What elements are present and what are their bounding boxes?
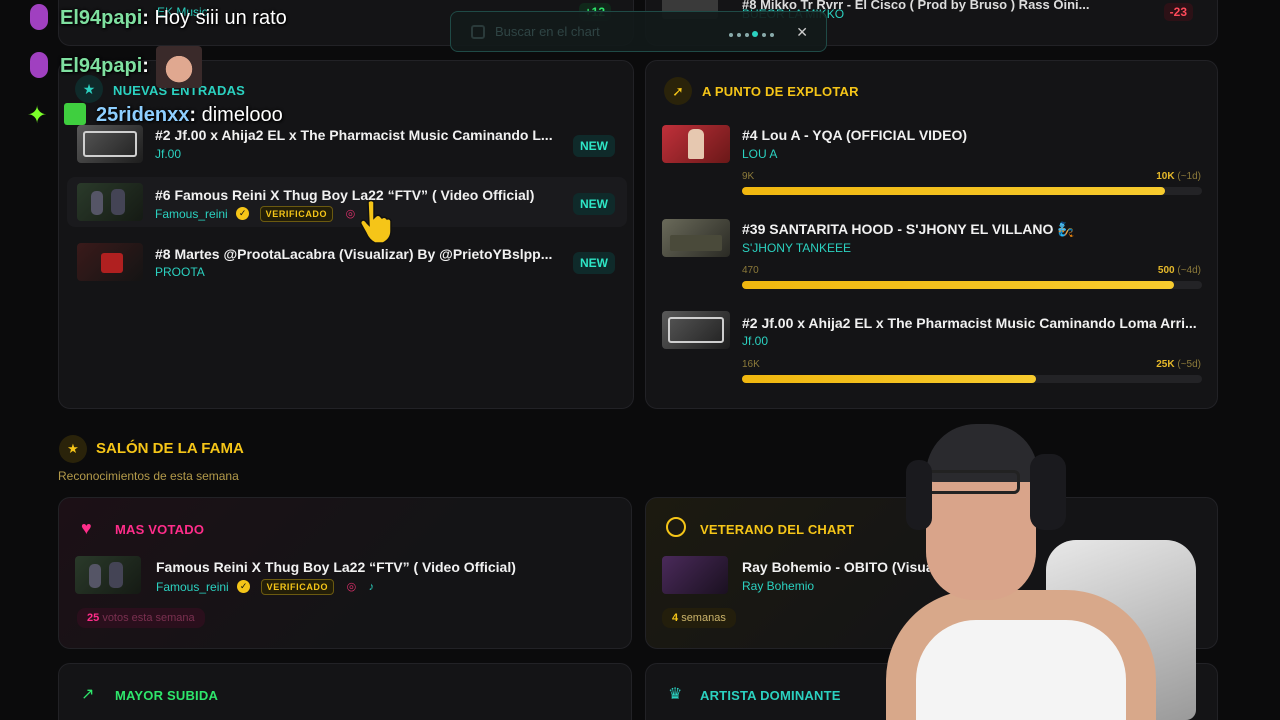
new-badge: NEW <box>573 193 615 215</box>
thumbnail[interactable] <box>662 556 728 594</box>
mas-votado-card: ♥ MAS VOTADO Famous Reini X Thug Boy La2… <box>58 497 632 649</box>
thumbnail[interactable] <box>662 311 730 349</box>
clock-icon <box>666 517 686 537</box>
tank-top <box>916 620 1126 720</box>
veterano-title: VETERANO DEL CHART <box>700 522 855 537</box>
progress-from-label: 9K <box>742 171 755 182</box>
artist-name[interactable]: S'JHONY TANKEEE <box>742 241 851 255</box>
song-title[interactable]: Famous Reini X Thug Boy La22 “FTV” ( Vid… <box>156 559 596 575</box>
song-title[interactable]: #6 Famous Reini X Thug Boy La22 “FTV” ( … <box>155 187 555 203</box>
explotar-title: A PUNTO DE EXPLOTAR <box>702 84 859 99</box>
trending-up-icon: ↗ <box>81 686 95 703</box>
new-badge: NEW <box>573 252 615 274</box>
fama-title: SALÓN DE LA FAMA <box>96 440 244 457</box>
artist-name[interactable]: PROOTA <box>155 265 205 279</box>
gift-badge-icon <box>64 103 86 125</box>
chat-message: 25ridenxx: dimelooo <box>96 104 283 126</box>
progress-bar <box>742 281 1202 289</box>
headphones-right <box>1030 454 1066 530</box>
progress-to-label: 500 (~4d) <box>1157 265 1201 276</box>
close-icon[interactable]: ✕ <box>796 24 808 41</box>
search-popup[interactable]: Buscar en el chart ✕ <box>450 11 827 52</box>
headphones-left <box>906 460 932 530</box>
progress-bar <box>742 375 1202 383</box>
song-title[interactable]: #2 Jf.00 x Ahija2 EL x The Pharmacist Mu… <box>155 127 555 143</box>
rocket-icon: ➚ <box>664 77 692 105</box>
song-title[interactable]: #4 Lou A - YQA (OFFICIAL VIDEO) <box>742 127 1202 143</box>
thumbnail[interactable] <box>662 125 730 163</box>
weeks-label: semanas <box>681 612 726 624</box>
star-icon: ★ <box>75 75 103 103</box>
verified-badge: VERIFICADO <box>259 205 334 222</box>
artist-name[interactable]: LOU A <box>742 147 777 161</box>
verified-check-icon: ✓ <box>236 207 250 221</box>
artist-name[interactable]: Ray Bohemio <box>742 579 814 593</box>
thumbnail[interactable] <box>75 556 141 594</box>
artist-name[interactable]: Jf.00 <box>155 147 181 161</box>
hand-cursor-icon <box>360 199 392 244</box>
votado-title: MAS VOTADO <box>115 522 205 537</box>
artist-name[interactable]: Famous_reini <box>156 580 229 594</box>
artist-name[interactable]: Jf.00 <box>742 334 768 348</box>
thumbnail[interactable] <box>77 125 143 163</box>
crown-icon: ♛ <box>668 686 683 703</box>
progress-from-label: 16K <box>742 359 760 370</box>
mic-badge-icon <box>30 4 48 30</box>
tiktok-icon[interactable]: ♪ <box>369 581 375 593</box>
artist-row: Famous_reini ✓ VERIFICADO ◎ ♪ <box>156 578 374 596</box>
song-title[interactable]: #2 Jf.00 x Ahija2 EL x The Pharmacist Mu… <box>742 315 1202 331</box>
votes-pill: 25 votos esta semana <box>77 608 205 628</box>
chat-username: 25ridenxx <box>96 104 190 126</box>
chat-username: El94papi <box>60 55 143 77</box>
dominante-title: ARTISTA DOMINANTE <box>700 688 841 703</box>
emote-image <box>156 46 202 88</box>
mic-badge-icon <box>30 52 48 78</box>
search-icon <box>471 25 485 39</box>
song-title[interactable]: #8 Martes @ProotaLacabra (Visualizar) By… <box>155 246 555 262</box>
a-punto-de-explotar-card: ➚ A PUNTO DE EXPLOTAR #4 Lou A - YQA (OF… <box>645 60 1218 409</box>
chat-message: El94papi: <box>60 55 149 77</box>
sparkle-badge-icon: ✦ <box>27 102 48 129</box>
progress-to-label: 25K (~5d) <box>1156 359 1201 370</box>
thumbnail[interactable] <box>77 243 143 281</box>
votes-label: votos esta semana <box>102 612 195 624</box>
weeks-count: 4 <box>672 612 679 624</box>
progress-from-label: 470 <box>742 265 759 276</box>
thumbnail[interactable] <box>77 183 143 221</box>
carousel-dots[interactable] <box>729 29 774 40</box>
thumbnail[interactable] <box>662 219 730 257</box>
search-input[interactable]: Buscar en el chart <box>495 24 600 39</box>
chat-username: El94papi <box>60 7 143 29</box>
progress-bar <box>742 187 1202 195</box>
weeks-pill: 4 semanas <box>662 608 736 628</box>
fama-subtitle: Reconocimientos de esta semana <box>58 469 239 483</box>
top-strip-right-delta: -23 <box>1163 3 1193 21</box>
artist-row: Famous_reini ✓ VERIFICADO ◎ ♪ <box>155 205 373 223</box>
subida-title: MAYOR SUBIDA <box>115 688 219 703</box>
votes-count: 25 <box>87 612 100 624</box>
mayor-subida-card: ↗ MAYOR SUBIDA <box>58 663 632 720</box>
new-badge: NEW <box>573 135 615 157</box>
song-title[interactable]: #39 SANTARITA HOOD - S'JHONY EL VILLANO … <box>742 221 1202 238</box>
webcam-overlay <box>846 420 1226 720</box>
instagram-icon[interactable]: ◎ <box>347 580 357 593</box>
verified-badge: VERIFICADO <box>260 578 335 595</box>
instagram-icon[interactable]: ◎ <box>346 207 356 220</box>
heart-icon: ♥ <box>81 518 92 538</box>
verified-check-icon: ✓ <box>237 580 251 594</box>
chat-text: Hoy siii un rato <box>154 7 287 29</box>
trophy-star-icon: ★ <box>59 435 87 463</box>
progress-to-label: 10K (~1d) <box>1156 171 1201 182</box>
artist-name[interactable]: Famous_reini <box>155 207 228 221</box>
chat-message: El94papi: Hoy siii un rato <box>60 7 287 29</box>
chat-text: dimelooo <box>201 104 283 126</box>
